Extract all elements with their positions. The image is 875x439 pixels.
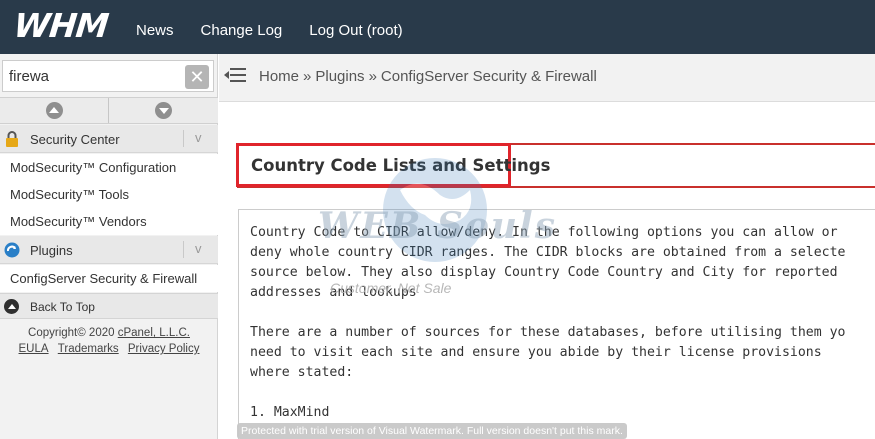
breadcrumb-plugins[interactable]: Plugins	[315, 68, 364, 85]
description-line: There are a number of sources for these …	[250, 325, 846, 340]
scroll-controls	[0, 97, 218, 124]
top-bar: WHM News Change Log Log Out (root)	[0, 0, 875, 54]
breadcrumb: Home» Plugins» ConfigServer Security & Fir…	[259, 68, 597, 85]
whm-logo[interactable]: WHM	[11, 5, 110, 45]
watermark-text: WEB Souls	[318, 205, 557, 247]
breadcrumb-home[interactable]: Home	[259, 68, 299, 85]
sidebar: ✕ Security Center v ModSecurity™ Configu…	[0, 54, 218, 439]
plugins-icon	[4, 242, 20, 258]
nav-news-link[interactable]: News	[136, 22, 174, 39]
close-icon[interactable]: ✕	[185, 65, 209, 89]
section-label: Security Center	[30, 132, 120, 147]
cpanel-link[interactable]: cPanel, L.L.C.	[118, 327, 190, 339]
breadcrumb-separator: »	[303, 68, 312, 85]
back-to-top-label: Back To Top	[30, 300, 95, 314]
description-line	[250, 383, 845, 403]
scroll-down-button[interactable]	[109, 98, 218, 123]
trademarks-link[interactable]: Trademarks	[58, 343, 119, 355]
lock-icon	[6, 131, 18, 147]
sidebar-item-modsecurity-vendors[interactable]: ModSecurity™ Vendors	[0, 208, 218, 235]
divider	[183, 130, 184, 147]
scroll-up-button[interactable]	[0, 98, 109, 123]
description-line	[250, 303, 845, 323]
privacy-policy-link[interactable]: Privacy Policy	[128, 343, 200, 355]
description-text: Country Code to CIDR allow/deny. In the …	[250, 223, 845, 423]
section-plugins[interactable]: Plugins v	[0, 236, 218, 264]
section-label: Plugins	[30, 243, 73, 258]
section-security-center[interactable]: Security Center v	[0, 125, 218, 153]
main-content: Country Code Lists and Settings Country …	[219, 103, 875, 439]
arrow-up-icon	[45, 102, 63, 119]
eula-link[interactable]: EULA	[19, 343, 49, 355]
menu-toggle-icon[interactable]	[224, 67, 246, 85]
trial-watermark-notice: Protected with trial version of Visual W…	[237, 423, 627, 439]
logo-text: WHM	[11, 5, 110, 45]
back-to-top[interactable]: Back To Top	[0, 293, 218, 319]
top-nav: News Change Log Log Out (root)	[136, 22, 430, 39]
description-line: where stated:	[250, 365, 354, 380]
search-box: ✕	[2, 60, 214, 92]
description-line: 1. MaxMind	[250, 405, 330, 420]
copyright: Copyright© 2020 cPanel, L.L.C.	[0, 324, 218, 342]
watermark-tagline: Customer, Not Sale	[330, 280, 452, 296]
footer-links: EULA Trademarks Privacy Policy	[0, 343, 218, 355]
arrow-up-icon	[4, 299, 19, 314]
divider	[183, 241, 184, 258]
breadcrumb-bar: Home» Plugins» ConfigServer Security & Fir…	[219, 54, 875, 102]
nav-logout-link[interactable]: Log Out (root)	[309, 22, 402, 39]
breadcrumb-current: ConfigServer Security & Firewall	[380, 68, 597, 85]
search-input[interactable]	[9, 65, 179, 87]
chevron-down-icon[interactable]: v	[195, 130, 202, 145]
sidebar-item-modsecurity-configuration[interactable]: ModSecurity™ Configuration	[0, 154, 218, 181]
sidebar-item-modsecurity-tools[interactable]: ModSecurity™ Tools	[0, 181, 218, 208]
breadcrumb-separator: »	[368, 68, 377, 85]
sidebar-item-configserver-firewall[interactable]: ConfigServer Security & Firewall	[0, 265, 218, 292]
copyright-prefix: Copyright© 2020	[28, 327, 115, 339]
description-line: need to visit each site and ensure you a…	[250, 345, 822, 360]
arrow-down-icon	[155, 102, 172, 119]
nav-changelog-link[interactable]: Change Log	[201, 22, 283, 39]
chevron-down-icon[interactable]: v	[195, 241, 202, 256]
